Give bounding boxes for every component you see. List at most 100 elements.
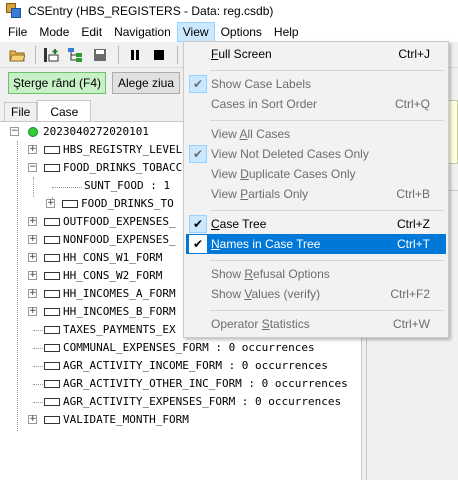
menu-item-operator-statistics[interactable]: Operator Statistics Ctrl+W	[186, 314, 446, 334]
collapse-icon[interactable]: −	[10, 127, 19, 136]
form-icon	[44, 308, 60, 316]
tree-node[interactable]: + VALIDATE_MONTH_FORM	[28, 411, 189, 429]
expand-icon[interactable]: +	[28, 145, 37, 154]
tree-node[interactable]: TAXES_PAYMENTS_EX	[44, 321, 176, 339]
tree-node[interactable]: SUNT_FOOD : 1	[84, 177, 170, 195]
menu-item-case-tree[interactable]: ✔ Case Tree Ctrl+Z	[186, 214, 446, 234]
form-icon	[44, 218, 60, 226]
tree-node[interactable]: + HH_INCOMES_B_FORM	[28, 303, 176, 321]
left-tabs: File Case	[4, 100, 92, 122]
tree-node-label: VALIDATE_MONTH_FORM	[63, 413, 189, 426]
pause-icon[interactable]	[124, 44, 146, 66]
form-icon	[44, 254, 60, 262]
tree-node-label: HH_INCOMES_B_FORM	[63, 305, 176, 318]
form-icon	[62, 200, 78, 208]
tree-node-label: HH_CONS_W2_FORM	[63, 269, 163, 282]
tree-root-label: 2023040272020101	[43, 125, 149, 138]
tree-node[interactable]: + HH_CONS_W2_FORM	[28, 267, 162, 285]
add-case-icon[interactable]	[41, 44, 63, 66]
expand-icon[interactable]: +	[28, 217, 37, 226]
tree-node[interactable]: + FOOD_DRINKS_TO	[46, 195, 174, 213]
tree-node-label: OUTFOOD_EXPENSES_	[63, 215, 176, 228]
menu-item-show-case-labels[interactable]: ✔ Show Case Labels	[186, 74, 446, 94]
form-icon	[44, 398, 60, 406]
csentry-window: CSEntry (HBS_REGISTERS - Data: reg.csdb)…	[0, 0, 458, 480]
form-icon	[44, 344, 60, 352]
menu-separator	[210, 120, 444, 121]
save-icon[interactable]	[89, 44, 111, 66]
menu-help[interactable]: Help	[268, 22, 305, 42]
menu-edit[interactable]: Edit	[75, 22, 108, 42]
form-icon	[44, 380, 60, 388]
expand-icon[interactable]: +	[28, 253, 37, 262]
tree-node-label: AGR_ACTIVITY_INCOME_FORM : 0 occurrences	[63, 359, 328, 372]
checkmark-icon: ✔	[189, 215, 207, 233]
form-icon	[44, 164, 60, 172]
checkmark-icon: ✔	[189, 145, 207, 163]
tree-node[interactable]: AGR_ACTIVITY_EXPENSES_FORM : 0 occurrenc…	[44, 393, 341, 411]
menu-file[interactable]: File	[2, 22, 33, 42]
menu-item-view-partials[interactable]: View Partials Only Ctrl+B	[186, 184, 446, 204]
tree-node[interactable]: AGR_ACTIVITY_OTHER_INC_FORM : 0 occurren…	[44, 375, 348, 393]
choose-day-button[interactable]: Alege ziua	[112, 72, 180, 94]
tree-node-label: AGR_ACTIVITY_OTHER_INC_FORM : 0 occurren…	[63, 377, 348, 390]
open-folder-icon[interactable]	[6, 44, 28, 66]
delete-row-button[interactable]: Şterge rând (F4)	[8, 72, 106, 94]
menu-separator	[210, 260, 444, 261]
title-bar: CSEntry (HBS_REGISTERS - Data: reg.csdb)	[0, 0, 458, 22]
menu-bar: File Mode Edit Navigation View Options H…	[0, 22, 458, 42]
menu-item-show-refusal-options[interactable]: Show Refusal Options	[186, 264, 446, 284]
menu-separator	[210, 310, 444, 311]
expand-icon[interactable]: +	[28, 271, 37, 280]
form-icon	[44, 326, 60, 334]
expand-icon[interactable]: +	[28, 289, 37, 298]
tree-node[interactable]: + NONFOOD_EXPENSES_	[28, 231, 176, 249]
menu-item-cases-sort-order[interactable]: Cases in Sort Order Ctrl+Q	[186, 94, 446, 114]
menu-item-view-all-cases[interactable]: View All Cases	[186, 124, 446, 144]
menu-options[interactable]: Options	[215, 22, 268, 42]
menu-item-names-in-case-tree[interactable]: ✔ Names in Case Tree Ctrl+T	[186, 234, 446, 254]
toolbar-separator	[118, 45, 119, 64]
menu-item-view-not-deleted[interactable]: ✔ View Not Deleted Cases Only	[186, 144, 446, 164]
tab-case[interactable]: Case	[37, 100, 92, 122]
tree-node-label: HBS_REGISTRY_LEVEL	[63, 143, 183, 156]
app-icon	[6, 3, 22, 19]
menu-view[interactable]: View	[176, 22, 215, 42]
tree-node[interactable]: + HH_INCOMES_A_FORM	[28, 285, 176, 303]
toolbar-separator	[177, 45, 178, 64]
tree-node-label: FOOD_DRINKS_TO	[81, 197, 174, 210]
tree-node-label: HH_CONS_W1_FORM	[63, 251, 163, 264]
stop-icon[interactable]	[148, 44, 170, 66]
menu-item-full-screen[interactable]: Full Screen Ctrl+J	[186, 44, 446, 64]
window-title: CSEntry (HBS_REGISTERS - Data: reg.csdb)	[28, 4, 274, 18]
menu-mode[interactable]: Mode	[33, 22, 75, 42]
tree-node-label: HH_INCOMES_A_FORM	[63, 287, 176, 300]
form-icon	[44, 416, 60, 424]
tree-node-label: FOOD_DRINKS_TOBACCO	[63, 161, 189, 174]
tree-node[interactable]: + OUTFOOD_EXPENSES_	[28, 213, 176, 231]
tree-node[interactable]: AGR_ACTIVITY_INCOME_FORM : 0 occurrences	[44, 357, 328, 375]
checkmark-icon: ✔	[189, 235, 207, 253]
form-icon	[44, 290, 60, 298]
expand-icon[interactable]: +	[46, 199, 55, 208]
form-icon	[44, 362, 60, 370]
tree-node[interactable]: − FOOD_DRINKS_TOBACCO	[28, 159, 189, 177]
expand-icon[interactable]: +	[28, 307, 37, 316]
tree-node-label: AGR_ACTIVITY_EXPENSES_FORM : 0 occurrenc…	[63, 395, 342, 408]
menu-navigation[interactable]: Navigation	[108, 22, 177, 42]
tree-node[interactable]: + HH_CONS_W1_FORM	[28, 249, 162, 267]
tree-node[interactable]: + HBS_REGISTRY_LEVEL	[28, 141, 182, 159]
form-icon	[44, 236, 60, 244]
menu-item-show-values[interactable]: Show Values (verify) Ctrl+F2	[186, 284, 446, 304]
form-icon	[44, 146, 60, 154]
tree-node-label: SUNT_FOOD : 1	[84, 179, 171, 192]
tree-root[interactable]: − 2023040272020101	[10, 123, 149, 141]
expand-icon[interactable]: +	[28, 415, 37, 424]
menu-item-view-duplicate[interactable]: View Duplicate Cases Only	[186, 164, 446, 184]
expand-icon[interactable]: +	[28, 235, 37, 244]
tree-icon[interactable]	[65, 44, 87, 66]
tab-file[interactable]: File	[4, 102, 38, 122]
menu-separator	[210, 70, 444, 71]
tree-node[interactable]: COMMUNAL_EXPENSES_FORM : 0 occurrences	[44, 339, 315, 357]
collapse-icon[interactable]: −	[28, 163, 37, 172]
